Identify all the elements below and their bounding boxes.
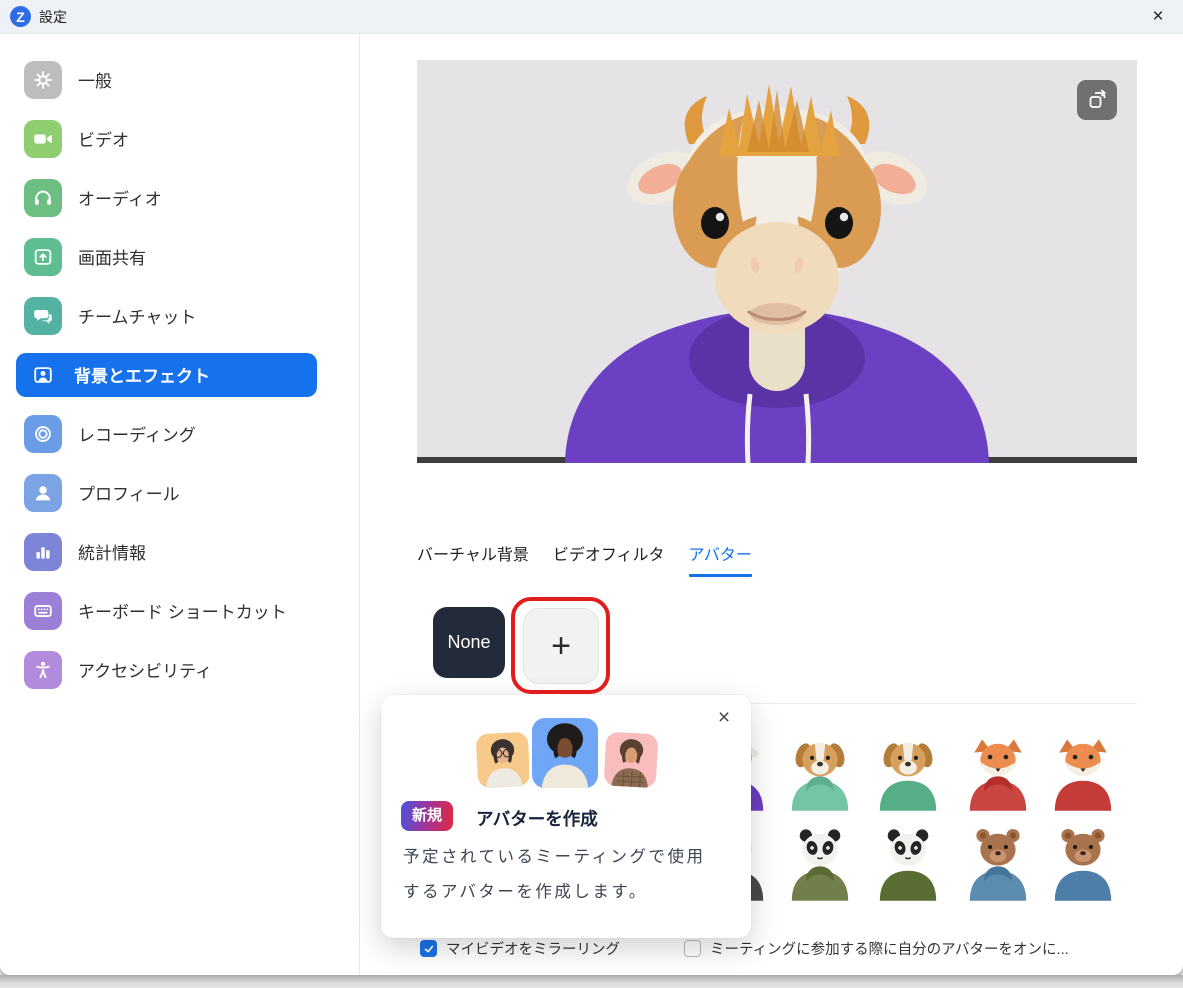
sidebar-item-label: 背景とエフェクト (74, 362, 210, 387)
avatar-dog-green-tee[interactable] (871, 733, 945, 811)
checkbox-option-avatar-on-join[interactable]: ミーティングに参加する際に自分のアバターをオンに... (684, 938, 1069, 959)
sidebar-item-label: 画面共有 (78, 244, 146, 269)
sidebar-item-screen-share[interactable]: 画面共有 (0, 227, 359, 286)
effects-tabs: バーチャル背景 ビデオフィルタ アバター (417, 541, 752, 577)
avatar-panda-green-tee[interactable] (871, 823, 945, 901)
settings-sidebar: 一般ビデオオーディオ画面共有チームチャット背景とエフェクトレコーディングプロフィ… (0, 34, 360, 975)
sidebar-item-label: ビデオ (78, 126, 129, 151)
window-close-button[interactable]: × (1143, 2, 1173, 32)
add-avatar-button[interactable]: + (523, 608, 599, 684)
sidebar-item-pill: プロフィール (0, 463, 359, 522)
accessibility-icon (24, 651, 62, 689)
video-icon (24, 120, 62, 158)
checkbox-label: マイビデオをミラーリング (446, 938, 620, 959)
tab-avatar[interactable]: アバター (689, 541, 752, 577)
checkbox-unchecked-icon[interactable] (684, 940, 701, 957)
sidebar-item-label: オーディオ (78, 185, 162, 210)
profile-icon (24, 474, 62, 512)
new-badge: 新規 (401, 801, 453, 831)
headphones-icon (24, 179, 62, 217)
sidebar-item-profile[interactable]: プロフィール (0, 463, 359, 522)
rotate-avatar-button[interactable] (1077, 80, 1117, 120)
sidebar-item-pill: 統計情報 (0, 522, 359, 581)
create-avatar-popup: × 新規 アバターを作成 予定されているミーティングで使用 するアバターを作成し… (381, 695, 751, 938)
sidebar-item-pill: レコーディング (0, 404, 359, 463)
title-bar: Z 設定 × (0, 0, 1183, 34)
screen: Z 設定 × 一般ビデオオーディオ画面共有チームチャット背景とエフェクトレコーデ… (0, 0, 1183, 988)
recording-icon (24, 415, 62, 453)
statistics-icon (24, 533, 62, 571)
sidebar-item-label: レコーディング (78, 421, 196, 446)
sidebar-item-pill: 一般 (0, 50, 359, 109)
sidebar-item-video[interactable]: ビデオ (0, 109, 359, 168)
popup-arrow (540, 685, 561, 706)
background-effects-icon (24, 356, 62, 394)
tab-virtual-background[interactable]: バーチャル背景 (417, 541, 529, 577)
sidebar-item-background-effects[interactable]: 背景とエフェクト (0, 345, 359, 404)
sidebar-item-label: チームチャット (78, 303, 196, 328)
sidebar-item-keyboard-shortcuts[interactable]: キーボード ショートカット (0, 581, 359, 640)
team-chat-icon (24, 297, 62, 335)
settings-window: Z 設定 × 一般ビデオオーディオ画面共有チームチャット背景とエフェクトレコーデ… (0, 0, 1183, 975)
popup-title: アバターを作成 (476, 806, 598, 831)
popup-description-line: するアバターを作成します。 (403, 875, 706, 910)
popup-description-line: 予定されているミーティングで使用 (403, 840, 706, 875)
popup-close-button[interactable]: × (711, 705, 737, 731)
sidebar-item-audio[interactable]: オーディオ (0, 168, 359, 227)
avatar-preview (417, 60, 1137, 463)
window-title: 設定 (39, 7, 67, 27)
avatar-dog-teal-hoodie[interactable] (783, 733, 857, 811)
sidebar-item-label: プロフィール (78, 480, 180, 505)
sidebar-item-pill: 画面共有 (0, 227, 359, 286)
zoom-logo-icon: Z (10, 6, 31, 27)
sidebar-item-team-chat[interactable]: チームチャット (0, 286, 359, 345)
avatar-card-woman-glasses (476, 732, 531, 789)
tab-video-filter[interactable]: ビデオフィルタ (553, 541, 665, 577)
screen-share-icon (24, 238, 62, 276)
avatar-panda-olive-hoodie[interactable] (783, 823, 857, 901)
keyboard-icon (24, 592, 62, 630)
sidebar-item-pill: アクセシビリティ (0, 640, 359, 699)
avatar-fox-red-tee[interactable] (1046, 733, 1120, 811)
sidebar-item-pill: 背景とエフェクト (16, 353, 317, 397)
avatar-card-man-plaid (604, 732, 659, 789)
avatar-options-row: マイビデオをミラーリング ミーティングに参加する際に自分のアバターをオンに... (420, 938, 1097, 959)
window-bottom-shadow (0, 975, 1183, 988)
gear-icon (24, 61, 62, 99)
checkbox-option-mirror-video[interactable]: マイビデオをミラーリング (420, 938, 620, 959)
avatar-bear-blue-tee[interactable] (1046, 823, 1120, 901)
sidebar-item-accessibility[interactable]: アクセシビリティ (0, 640, 359, 699)
rotate-icon (1085, 88, 1109, 112)
sidebar-item-pill: ビデオ (0, 109, 359, 168)
sidebar-item-label: アクセシビリティ (78, 657, 212, 682)
sidebar-item-pill: チームチャット (0, 286, 359, 345)
sidebar-item-pill: オーディオ (0, 168, 359, 227)
cow-avatar-illustration (417, 60, 1137, 463)
sidebar-item-general[interactable]: 一般 (0, 50, 359, 109)
checkbox-label: ミーティングに参加する際に自分のアバターをオンに... (710, 938, 1069, 959)
sidebar-item-statistics[interactable]: 統計情報 (0, 522, 359, 581)
sidebar-item-label: 統計情報 (78, 539, 146, 564)
avatar-fox-red-hoodie[interactable] (961, 733, 1035, 811)
popup-description: 予定されているミーティングで使用 するアバターを作成します。 (403, 840, 706, 910)
sidebar-item-label: キーボード ショートカット (78, 598, 287, 623)
avatar-card-woman-curly (529, 715, 601, 791)
sidebar-item-pill: キーボード ショートカット (0, 581, 359, 640)
sidebar-item-recording[interactable]: レコーディング (0, 404, 359, 463)
avatar-bear-blue-hoodie[interactable] (961, 823, 1035, 901)
sidebar-item-label: 一般 (78, 67, 112, 92)
checkbox-checked-icon[interactable] (420, 940, 437, 957)
avatar-none-button[interactable]: None (433, 607, 505, 678)
